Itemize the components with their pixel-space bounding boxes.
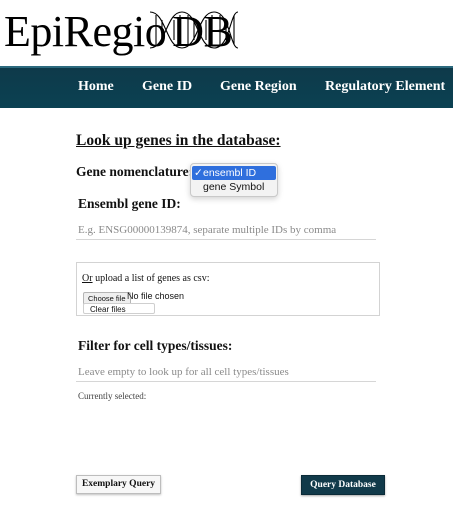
logo-text-epiregio: EpiRegio bbox=[4, 7, 167, 56]
dna-helix-icon bbox=[149, 11, 239, 49]
clear-files-button[interactable]: Clear files bbox=[83, 303, 155, 314]
upload-or: Or bbox=[82, 273, 93, 284]
page-title: Look up genes in the database: bbox=[76, 132, 281, 149]
option-ensembl-id[interactable]: ✓ ensembl ID bbox=[192, 166, 276, 180]
nav-item-gene-id[interactable]: Gene ID bbox=[142, 79, 192, 95]
page: EpiRegio DB Home Gene ID Gene Region Reg… bbox=[0, 0, 453, 518]
navbar: Home Gene ID Gene Region Regulatory Elem… bbox=[0, 66, 453, 108]
nav-item-home[interactable]: Home bbox=[78, 79, 114, 95]
nav-item-regulatory-element[interactable]: Regulatory Element bbox=[325, 79, 445, 95]
nav-item-gene-region[interactable]: Gene Region bbox=[220, 79, 297, 95]
upload-label: Or upload a list of genes as csv: bbox=[82, 273, 209, 284]
option-label: gene Symbol bbox=[203, 181, 265, 193]
option-label: ensembl ID bbox=[203, 167, 257, 179]
nomenclature-dropdown[interactable]: ✓ ensembl ID gene Symbol bbox=[190, 163, 278, 197]
upload-panel: Or upload a list of genes as csv: Choose… bbox=[76, 262, 380, 316]
file-status: No file chosen bbox=[127, 291, 185, 301]
exemplary-query-button[interactable]: Exemplary Query bbox=[76, 475, 161, 494]
filter-label: Filter for cell types/tissues: bbox=[78, 338, 233, 353]
nomenclature-label: Gene nomenclature: bbox=[76, 164, 194, 179]
checkmark-icon: ✓ bbox=[194, 167, 203, 179]
cell-type-filter-input[interactable] bbox=[76, 362, 376, 382]
gene-id-label: Ensembl gene ID: bbox=[78, 196, 181, 211]
currently-selected-label: Currently selected: bbox=[78, 391, 147, 401]
gene-id-input[interactable] bbox=[76, 220, 376, 240]
query-database-button[interactable]: Query Database bbox=[301, 475, 385, 495]
option-gene-symbol[interactable]: gene Symbol bbox=[192, 180, 276, 194]
upload-text: upload a list of genes as csv: bbox=[92, 273, 210, 284]
logo[interactable]: EpiRegio DB bbox=[4, 6, 240, 58]
